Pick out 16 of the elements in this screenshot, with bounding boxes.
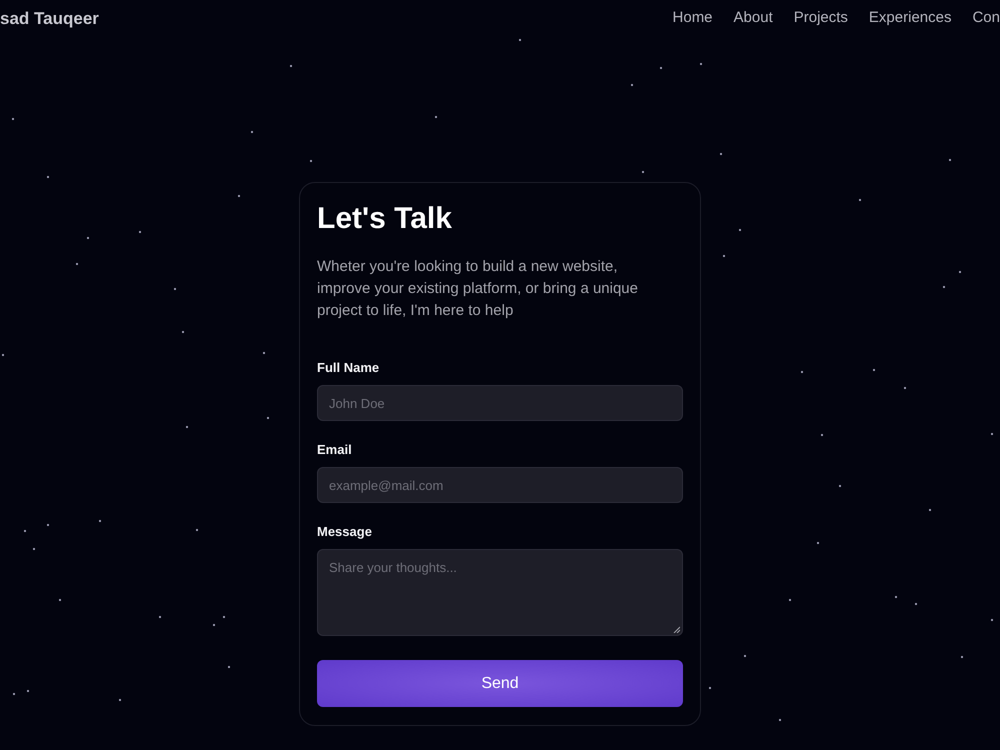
input-field[interactable]: example@mail.com [317,467,683,503]
field-label: Full Name [317,359,380,377]
nav-link[interactable]: Projects [794,7,848,30]
send-button[interactable]: Send [317,660,683,707]
nav-link[interactable]: About [734,7,773,30]
field-label: Email [317,441,352,459]
card-description: Wheter you're looking to build a new website, improve your existing platform, or bring a unique project to life, I'm here to help [317,257,639,321]
field-label: Message [317,523,372,541]
site-logo[interactable]: sad Tauqeer [0,6,99,32]
card-title: Let's Talk [317,201,452,237]
nav-link[interactable]: Con [972,7,1000,30]
input-field[interactable]: John Doe [317,385,683,421]
resize-grip-icon[interactable] [673,626,680,633]
message-field[interactable]: Share your thoughts... [317,549,683,636]
nav-link[interactable]: Experiences [868,7,952,30]
nav-link[interactable]: Home [672,7,713,30]
